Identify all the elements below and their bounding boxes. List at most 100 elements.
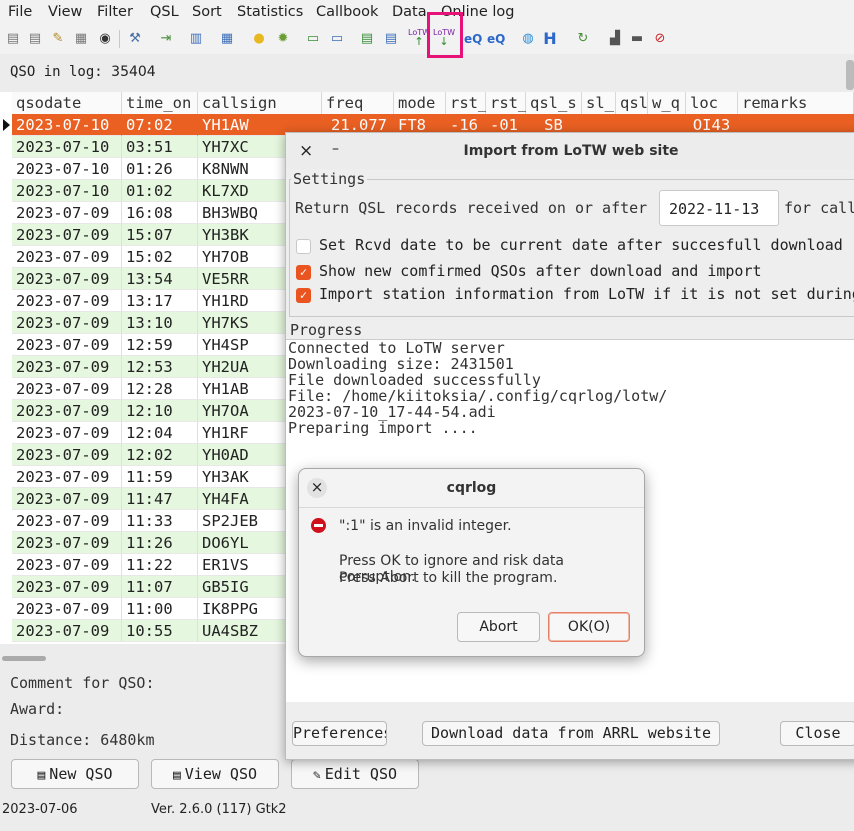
titlebar-divider	[299, 507, 644, 508]
sheet-blue-icon[interactable]: ▤	[382, 30, 400, 48]
wrench-icon[interactable]: ⚒	[126, 30, 144, 48]
table-cell-date: 2023-07-09	[12, 444, 122, 466]
opt3-label: Import station information from LoTW if …	[319, 285, 854, 303]
abort-button[interactable]: Abort	[457, 612, 540, 642]
column-header[interactable]: qsl	[616, 92, 648, 114]
table-cell-date: 2023-07-09	[12, 290, 122, 312]
table-cell-time: 15:02	[122, 246, 198, 268]
error-dialog-title: cqrlog	[446, 480, 497, 496]
globe-icon[interactable]: ◍	[519, 30, 537, 48]
compass-icon[interactable]: ⊘	[651, 30, 669, 48]
table-cell-date: 2023-07-10	[12, 114, 122, 136]
table-cell-time: 11:33	[122, 510, 198, 532]
table-cell-date: 2023-07-09	[12, 510, 122, 532]
table-cell-date: 2023-07-09	[12, 554, 122, 576]
lotw-import-dialog: × – Import from LoTW web site Settings R…	[285, 132, 854, 760]
column-header[interactable]: qsodate	[12, 92, 122, 114]
date-input[interactable]: 2022-11-13	[659, 190, 779, 226]
table-cell-date: 2023-07-09	[12, 466, 122, 488]
printer-icon[interactable]: ▤	[4, 30, 22, 48]
edit-qso-button[interactable]: ✎ Edit QSO	[291, 759, 419, 789]
column-header[interactable]: mode	[394, 92, 446, 114]
page-icon[interactable]: ▭	[328, 30, 346, 48]
rig-icon[interactable]: ▬	[628, 30, 646, 48]
table-cell-time: 11:00	[122, 598, 198, 620]
binoculars-icon[interactable]: ◉	[96, 30, 114, 48]
opt2-checkbox[interactable]: ✓	[296, 265, 311, 280]
table-cell-time: 12:10	[122, 400, 198, 422]
settings-legend: Settings	[291, 170, 368, 188]
menu-data[interactable]: Data	[392, 4, 427, 20]
radio-icon[interactable]: ▟	[606, 30, 624, 48]
table-cell-date: 2023-07-10	[12, 180, 122, 202]
bar-chart-icon[interactable]: ▥	[187, 30, 205, 48]
error-message: ":1" is an invalid integer.	[339, 518, 512, 534]
table-icon[interactable]: ▦	[218, 30, 236, 48]
eqsl-upload-icon[interactable]: eQ	[464, 30, 482, 48]
progress-line: Preparing import ....	[288, 419, 478, 437]
table-cell-date: 2023-07-09	[12, 356, 122, 378]
menu-file[interactable]: File	[8, 4, 32, 20]
document-icon[interactable]: ▤	[26, 30, 44, 48]
status-bar: 2023-07-06 Ver. 2.6.0 (117) Gtk2	[0, 796, 854, 824]
sheet-icon[interactable]: ▭	[304, 30, 322, 48]
refresh-icon[interactable]: ↻	[574, 30, 592, 48]
column-header[interactable]: rst_	[446, 92, 487, 114]
menu-statistics[interactable]: Statistics	[237, 4, 303, 20]
opt1-label: Set Rcvd date to be current date after s…	[319, 236, 843, 254]
download-arrl-button[interactable]: Download data from ARRL website	[422, 721, 720, 746]
opt3-checkbox[interactable]: ✓	[296, 288, 311, 303]
sun-icon[interactable]: ●	[250, 30, 268, 48]
table-cell-time: 12:28	[122, 378, 198, 400]
h-icon[interactable]: H	[541, 30, 559, 48]
table-cell-time: 15:07	[122, 224, 198, 246]
lotw-dialog-title: Import from LoTW web site	[463, 143, 679, 159]
opt1-checkbox[interactable]	[296, 239, 311, 254]
table-cell-time: 11:47	[122, 488, 198, 510]
menu-qsl[interactable]: QSL	[150, 4, 179, 20]
column-header[interactable]: loc	[686, 92, 738, 114]
eqsl-download-icon[interactable]: eQ	[487, 30, 505, 48]
table-cell-time: 11:59	[122, 466, 198, 488]
preferences-button[interactable]: Preferences	[292, 721, 387, 746]
menu-view[interactable]: View	[48, 4, 82, 20]
column-header[interactable]: sl_	[582, 92, 616, 114]
column-header[interactable]: time_on	[122, 92, 198, 114]
new-qso-button[interactable]: ▤ New QSO	[11, 759, 139, 789]
table-cell-time: 11:26	[122, 532, 198, 554]
column-header[interactable]: freq	[322, 92, 394, 114]
menu-sort[interactable]: Sort	[192, 4, 222, 20]
table-cell-date: 2023-07-09	[12, 224, 122, 246]
table-cell-time: 07:02	[122, 114, 198, 136]
table-cell-time: 12:59	[122, 334, 198, 356]
export-icon[interactable]: ⇥	[157, 30, 175, 48]
table-cell-time: 13:17	[122, 290, 198, 312]
table-cell-date: 2023-07-09	[12, 620, 122, 642]
vertical-scrollbar[interactable]	[846, 60, 854, 90]
column-header[interactable]: callsign	[198, 92, 322, 114]
table-cell-time: 11:22	[122, 554, 198, 576]
list-icon[interactable]: ▦	[72, 30, 90, 48]
progress-line: File downloaded successfully	[288, 371, 541, 389]
status-date: 2023-07-06	[2, 802, 78, 817]
view-qso-button[interactable]: ▤ View QSO	[151, 759, 279, 789]
progress-legend: Progress	[288, 321, 365, 339]
table-cell-time: 01:26	[122, 158, 198, 180]
table-cell-time: 10:55	[122, 620, 198, 642]
edit-icon[interactable]: ✎	[49, 30, 67, 48]
close-button[interactable]: Close	[780, 721, 854, 746]
table-cell-date: 2023-07-09	[12, 246, 122, 268]
menu-callbook[interactable]: Callbook	[316, 4, 378, 20]
column-header[interactable]: remarks	[738, 92, 854, 114]
menu-filter[interactable]: Filter	[97, 4, 133, 20]
column-header[interactable]: rst_	[486, 92, 527, 114]
return-label: Return QSL records received on or after	[295, 199, 648, 217]
ok-button[interactable]: OK(O)	[548, 612, 630, 642]
toolbar-separator	[119, 30, 120, 48]
column-header[interactable]: qsl_s	[526, 92, 582, 114]
column-header[interactable]: w_q	[648, 92, 686, 114]
gear-icon[interactable]: ✹	[274, 30, 292, 48]
current-row-icon	[3, 119, 10, 131]
sheet-green-icon[interactable]: ▤	[358, 30, 376, 48]
horizontal-scrollbar[interactable]	[2, 656, 46, 661]
